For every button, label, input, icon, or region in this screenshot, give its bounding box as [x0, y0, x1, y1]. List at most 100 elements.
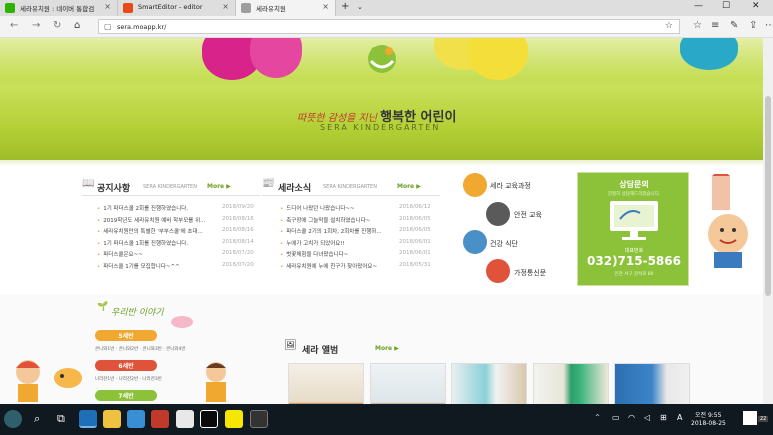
notice-item[interactable]: • 파더스쿨 1기를 모집합니다~^^ [97, 262, 180, 270]
clock-time[interactable]: 오전 9:55 [695, 410, 721, 419]
language-indicator[interactable]: A [677, 413, 682, 422]
bullet-icon: • [280, 229, 284, 235]
cloud-icon [171, 316, 193, 328]
edge-icon[interactable] [79, 410, 97, 428]
clock-date[interactable]: 2018-08-25 [691, 420, 726, 427]
network-icon[interactable]: ◠ [628, 413, 635, 422]
notice-subtitle: SERA KINDERGARTEN [143, 184, 197, 190]
bullet-icon: • [280, 263, 284, 270]
notepad-icon[interactable] [176, 410, 194, 428]
news-item-date: 2018/06/12 [399, 204, 431, 210]
curriculum-link[interactable]: 세라 교육과정 [490, 181, 531, 191]
tab-menu-chevron-icon[interactable]: ⌄ [357, 3, 363, 11]
start-icon[interactable] [4, 410, 22, 428]
notice-item-date: 2018/08/16 [222, 227, 254, 233]
news-item[interactable]: • 파더스쿨 2기의 1회차, 2회차를 진행하... [280, 227, 382, 235]
notice-item-text: 파더스쿨은요~~ [103, 252, 143, 258]
news-item-text: 누에가 고치가 되었어요!! [286, 240, 345, 247]
kids-title: 우리반 이야기 [111, 308, 164, 318]
volume-icon[interactable]: ◁ [644, 413, 650, 422]
minimize-icon[interactable]: — [694, 1, 703, 11]
meal-link[interactable]: 건강 식단 [490, 239, 518, 249]
favorites-icon[interactable]: ☆ [693, 20, 702, 31]
newsletter-icon[interactable] [486, 259, 510, 283]
news-item-text: 세라유치원에 누에 친구가 찾아왔어요~ [286, 263, 378, 270]
task-view-icon[interactable]: ⧉ [57, 412, 65, 426]
notice-item[interactable]: • 1기 파더스쿨 1회를 진행하였습니다. [97, 239, 188, 247]
album-photo[interactable] [451, 363, 527, 404]
album-more-link[interactable]: More ▶ [375, 345, 399, 352]
notice-item-date: 2018/07/20 [222, 261, 254, 268]
curriculum-icon[interactable] [463, 173, 487, 197]
notice-more-link[interactable]: More ▶ [207, 183, 231, 190]
tab-smarteditor[interactable]: SmartEditor - editor × [118, 0, 236, 16]
back-icon[interactable]: ← [10, 20, 18, 31]
news-item[interactable]: • 벗꽃체험을 다녀왔습니다~ [280, 250, 348, 258]
close-icon[interactable]: × [322, 2, 329, 11]
class-5-list[interactable]: 콘니와1반 · 콘니와2반 · 콘니와3반 · 콘니와4반 [95, 346, 186, 352]
address-bar-row: ← → ↻ ⌂ ▢ sera.moapp.kr/ ☆ ☆ ≡ ✎ ⇪ ⋯ [0, 16, 773, 38]
bullet-icon: • [97, 217, 101, 224]
forward-icon[interactable]: → [32, 20, 40, 31]
maximize-icon[interactable]: ☐ [722, 1, 730, 11]
consult-box[interactable]: 상담문의 친절히 상담해드리겠습니다. 대표번호 032)715-5866 인천… [577, 172, 689, 286]
news-item[interactable]: • 축구장에 그늘막을 설치하였습니다~ [280, 216, 370, 224]
search-icon[interactable]: ⌕ [34, 412, 40, 426]
news-item[interactable]: • 누에가 고치가 되었어요!! [280, 239, 345, 247]
url-text: sera.moapp.kr/ [117, 23, 167, 31]
store-icon[interactable] [127, 410, 145, 428]
character-illustration-icon [708, 174, 748, 268]
newsletter-link[interactable]: 가정통신문 [514, 268, 546, 278]
mail-icon[interactable] [200, 410, 218, 428]
kakaotalk-icon[interactable] [225, 410, 243, 428]
close-icon[interactable]: × [222, 2, 229, 11]
safety-icon[interactable] [486, 202, 510, 226]
tray-chevron-icon[interactable]: ^ [595, 414, 600, 421]
notification-icon[interactable] [743, 411, 757, 425]
new-tab-button[interactable]: + [341, 1, 349, 12]
close-icon[interactable]: × [104, 2, 111, 11]
news-more-link[interactable]: More ▶ [397, 183, 421, 190]
class-5-button[interactable]: 5세반 [95, 330, 157, 341]
scrollbar-thumb[interactable] [765, 96, 771, 296]
share-icon[interactable]: ⇪ [749, 20, 757, 31]
battery-icon[interactable]: ▭ [612, 413, 620, 422]
mcafee-icon[interactable] [151, 410, 169, 428]
tab-naver-search[interactable]: 세라유치원 : 네이버 통합검 × [0, 0, 118, 16]
class-6-list[interactable]: 나라잔1반 · 나라잔2반 · 나라잔3반 [95, 376, 162, 382]
notice-item[interactable]: • 1기 파더스쿨 2회를 진행하였습니다. [97, 204, 188, 212]
notice-item[interactable]: • 파더스쿨은요~~ [97, 250, 143, 258]
ime-icon[interactable]: ⊞ [660, 413, 667, 422]
album-photo[interactable] [533, 363, 609, 404]
home-icon[interactable]: ⌂ [74, 20, 80, 31]
notification-badge: 22 [758, 416, 769, 422]
album-photo[interactable] [288, 363, 364, 404]
class-7-button[interactable]: 7세반 [95, 390, 157, 401]
window-close-icon[interactable]: ✕ [752, 1, 760, 11]
bullet-icon: • [97, 240, 101, 247]
refresh-icon[interactable]: ↻ [53, 20, 61, 31]
class-6-button[interactable]: 6세반 [95, 360, 157, 371]
tab-sera[interactable]: 세라유치원 × [236, 0, 336, 16]
favorite-star-icon[interactable]: ☆ [665, 21, 673, 31]
notice-item[interactable]: • 세라유치원만의 특별한 '부부스쿨'에 초대... [97, 227, 203, 235]
news-item[interactable]: • 드디어 나왔던 나왔습니다~~ [280, 204, 355, 212]
file-explorer-icon[interactable] [103, 410, 121, 428]
page-info-icon[interactable]: ▢ [104, 22, 112, 31]
news-item-date: 2018/06/01 [399, 250, 431, 256]
safety-link[interactable]: 안전 교육 [514, 210, 542, 220]
notice-item-text: 세라유치원만의 특별한 '부부스쿨'에 초대... [103, 229, 203, 235]
bullet-icon: • [97, 206, 101, 212]
more-icon[interactable]: ⋯ [765, 20, 773, 31]
url-input[interactable]: ▢ sera.moapp.kr/ ☆ [98, 19, 680, 34]
app-icon[interactable] [250, 410, 268, 428]
meal-icon[interactable] [463, 230, 487, 254]
album-photo[interactable] [614, 363, 690, 404]
bullet-icon: • [97, 263, 101, 270]
notice-item-date: 2018/08/16 [222, 215, 254, 222]
notes-icon[interactable]: ✎ [730, 20, 738, 31]
reading-list-icon[interactable]: ≡ [711, 20, 719, 31]
news-item[interactable]: • 세라유치원에 누에 친구가 찾아왔어요~ [280, 262, 377, 270]
notice-item[interactable]: • 2019학년도 세라유치원 예비 학부모를 위... [97, 216, 205, 224]
album-photo[interactable] [370, 363, 446, 404]
